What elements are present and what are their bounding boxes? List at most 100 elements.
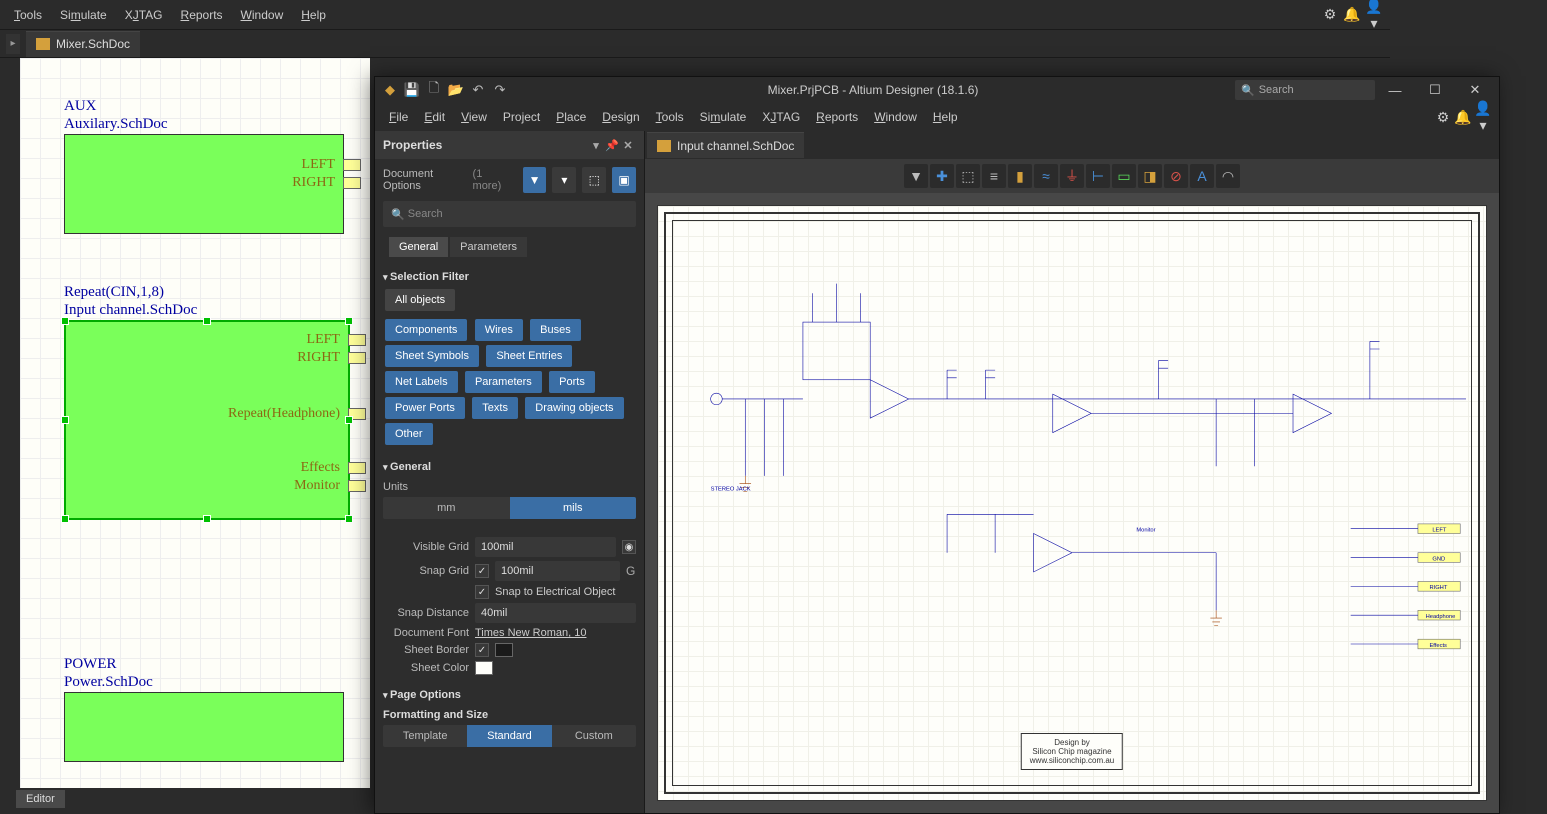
maximize-button[interactable]: ☐: [1415, 82, 1455, 98]
fmt-template[interactable]: Template: [383, 725, 467, 747]
units-mils[interactable]: mils: [510, 497, 637, 519]
fg-menu-reports[interactable]: Reports: [808, 106, 866, 128]
cin-port-monitor[interactable]: [348, 480, 366, 492]
chip-power-ports[interactable]: Power Ports: [385, 397, 465, 419]
user-icon[interactable]: 👤▾: [1473, 100, 1493, 134]
aux-port-left[interactable]: [343, 159, 361, 171]
chip-net-labels[interactable]: Net Labels: [385, 371, 458, 393]
component-icon[interactable]: ▮: [1008, 164, 1032, 188]
bg-menu-window[interactable]: Window: [233, 4, 292, 26]
redo-icon[interactable]: ↷: [489, 79, 511, 101]
text-icon[interactable]: A: [1190, 164, 1214, 188]
bg-menu-reports[interactable]: Reports: [173, 4, 231, 26]
select-icon[interactable]: ⬚: [582, 167, 606, 193]
sheetcolor-swatch[interactable]: [475, 661, 493, 675]
bell-icon[interactable]: 🔔: [1342, 6, 1362, 23]
filter-icon[interactable]: ▼: [904, 164, 928, 188]
schematic-sheet[interactable]: STEREO JACK LEFT GND RIGHT Headphone Eff…: [657, 205, 1487, 801]
tab-general[interactable]: General: [389, 237, 448, 257]
collapse-panel-icon[interactable]: ▸: [6, 34, 20, 54]
snapgrid-check[interactable]: ✓: [475, 564, 489, 578]
chip-other[interactable]: Other: [385, 423, 433, 445]
props-search[interactable]: 🔍 Search: [383, 201, 636, 227]
close-button[interactable]: ✕: [1455, 82, 1495, 98]
bell-icon[interactable]: 🔔: [1453, 109, 1473, 126]
save-icon[interactable]: 💾: [401, 79, 423, 101]
folder-open-icon[interactable]: 📂: [445, 79, 467, 101]
selection-icon[interactable]: ▣: [612, 167, 636, 193]
docfont-value[interactable]: Times New Roman, 10: [475, 627, 586, 639]
bg-menu-help[interactable]: Help: [293, 4, 334, 26]
fg-menu-simulate[interactable]: Simulate: [692, 106, 755, 128]
net-label-icon[interactable]: ⊢: [1086, 164, 1110, 188]
fg-menu-xjtag[interactable]: XJTAG: [754, 106, 808, 128]
global-search[interactable]: 🔍 Search: [1235, 80, 1375, 100]
chip-sheet-symbols[interactable]: Sheet Symbols: [385, 345, 479, 367]
dropdown-icon[interactable]: ▾: [588, 139, 604, 152]
bg-menu-simulate[interactable]: Simulate: [52, 4, 115, 26]
editor-button[interactable]: Editor: [16, 790, 65, 808]
sheet-symbol-icon[interactable]: ◨: [1138, 164, 1162, 188]
chip-texts[interactable]: Texts: [472, 397, 518, 419]
gear-icon[interactable]: ⚙: [1320, 6, 1340, 23]
cin-port-effects[interactable]: [348, 462, 366, 474]
gear-icon[interactable]: ⚙: [1433, 109, 1453, 126]
bg-tab-mixer[interactable]: Mixer.SchDoc: [26, 31, 140, 57]
snapdist-value[interactable]: 40mil: [475, 603, 636, 623]
fg-menu-tools[interactable]: Tools: [648, 106, 692, 128]
port-icon[interactable]: ▭: [1112, 164, 1136, 188]
filter-icon[interactable]: ▼: [523, 167, 547, 193]
power-icon[interactable]: ⏚: [1060, 164, 1084, 188]
visgrid-visible-toggle[interactable]: ◉: [622, 540, 636, 554]
chip-components[interactable]: Components: [385, 319, 467, 341]
snap-elec-check[interactable]: ✓: [475, 585, 489, 599]
fmt-standard[interactable]: Standard: [467, 725, 551, 747]
close-panel-icon[interactable]: ✕: [620, 139, 636, 152]
chip-buses[interactable]: Buses: [530, 319, 581, 341]
visgrid-value[interactable]: 100mil: [475, 537, 616, 557]
chip-all-objects[interactable]: All objects: [385, 289, 455, 311]
dropdown-toggle-icon[interactable]: ▾: [552, 167, 576, 193]
sheetborder-check[interactable]: ✓: [475, 643, 489, 657]
chip-drawing-objects[interactable]: Drawing objects: [525, 397, 623, 419]
fmt-custom[interactable]: Custom: [552, 725, 636, 747]
fg-menu-window[interactable]: Window: [866, 106, 925, 128]
arc-icon[interactable]: ◠: [1216, 164, 1240, 188]
chip-ports[interactable]: Ports: [549, 371, 595, 393]
cin-block[interactable]: LEFT RIGHT Repeat(Headphone) Effects Mon…: [64, 320, 350, 520]
wire-icon[interactable]: ≈: [1034, 164, 1058, 188]
cin-port-right[interactable]: [348, 352, 366, 364]
power-block[interactable]: [64, 692, 344, 762]
align-icon[interactable]: ≡: [982, 164, 1006, 188]
bg-canvas[interactable]: AUX Auxilary.SchDoc LEFT RIGHT Repeat(CI…: [20, 58, 370, 788]
snapgrid-value[interactable]: 100mil: [495, 561, 620, 581]
bg-menu-xjtag[interactable]: XJTAG: [117, 4, 171, 26]
user-icon[interactable]: 👤▾: [1364, 0, 1384, 32]
aux-port-right[interactable]: [343, 177, 361, 189]
fg-menu-file[interactable]: File: [381, 106, 416, 128]
fg-menu-edit[interactable]: Edit: [416, 106, 453, 128]
undo-icon[interactable]: ↶: [467, 79, 489, 101]
fg-menu-design[interactable]: Design: [594, 106, 647, 128]
no-erc-icon[interactable]: ⊘: [1164, 164, 1188, 188]
cin-port-left[interactable]: [348, 334, 366, 346]
fg-menu-place[interactable]: Place: [548, 106, 594, 128]
fg-menu-view[interactable]: View: [453, 106, 495, 128]
open-icon[interactable]: 🗋: [423, 79, 445, 101]
fg-menu-project[interactable]: Project: [495, 106, 548, 128]
section-selection-filter[interactable]: Selection Filter: [383, 267, 636, 287]
fg-menu-help[interactable]: Help: [925, 106, 966, 128]
sheetborder-color[interactable]: [495, 643, 513, 657]
select-box-icon[interactable]: ⬚: [956, 164, 980, 188]
aux-block[interactable]: LEFT RIGHT: [64, 134, 344, 234]
section-page-options[interactable]: Page Options: [383, 685, 636, 705]
bg-menu-tools[interactable]: Tools: [6, 4, 50, 26]
pin-icon[interactable]: 📌: [604, 139, 620, 152]
chip-wires[interactable]: Wires: [475, 319, 523, 341]
doc-tab-input-channel[interactable]: Input channel.SchDoc: [647, 132, 804, 158]
crosshair-icon[interactable]: ✚: [930, 164, 954, 188]
chip-parameters[interactable]: Parameters: [465, 371, 542, 393]
chip-sheet-entries[interactable]: Sheet Entries: [486, 345, 572, 367]
minimize-button[interactable]: —: [1375, 83, 1415, 98]
tab-parameters[interactable]: Parameters: [450, 237, 527, 257]
